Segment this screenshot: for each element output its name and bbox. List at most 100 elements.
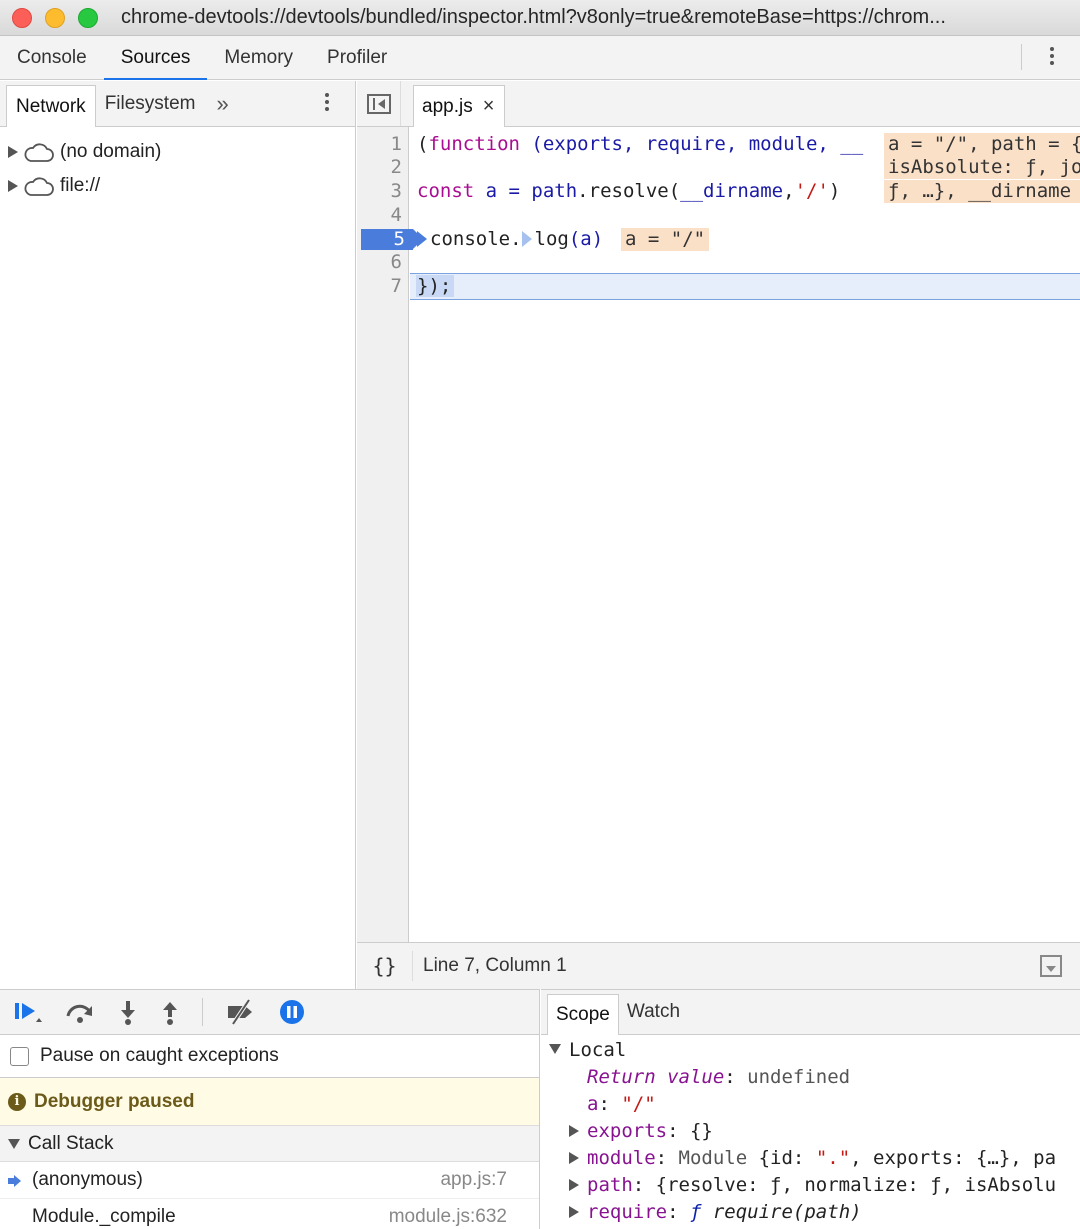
scope-property-exports[interactable]: exports: {} <box>549 1118 1080 1145</box>
toolbar-divider <box>202 998 203 1026</box>
inline-value-line-1: a = "/", path = {resolve: ƒ, normalize: … <box>884 133 1080 156</box>
step-into-icon[interactable] <box>118 998 138 1026</box>
pause-on-caught-exceptions-row: Pause on caught exceptions <box>0 1035 539 1078</box>
step-over-icon[interactable] <box>64 998 96 1026</box>
call-frame[interactable]: (anonymous) app.js:7 <box>0 1162 539 1199</box>
close-window-button[interactable] <box>12 7 32 28</box>
cloud-icon <box>24 177 54 196</box>
tab-profiler[interactable]: Profiler <box>310 36 404 79</box>
scope-property-path[interactable]: path: {resolve: ƒ, normalize: ƒ, isAbsol… <box>549 1172 1080 1199</box>
line-number[interactable]: 3 <box>357 180 402 203</box>
tree-item-label: file:// <box>60 175 101 196</box>
more-options-icon[interactable] <box>1042 44 1062 72</box>
file-tab-label: app.js <box>422 95 473 117</box>
scope-local[interactable]: Local <box>549 1037 1080 1064</box>
file-tab-app-js[interactable]: app.js × <box>413 85 506 127</box>
cursor-position: Line 7, Column 1 <box>423 955 567 976</box>
toggle-navigator-button[interactable] <box>357 81 401 126</box>
line-number[interactable]: 1 <box>357 133 402 156</box>
resume-icon[interactable] <box>12 998 42 1026</box>
tree-item-label: (no domain) <box>60 141 162 162</box>
tab-scope[interactable]: Scope <box>547 994 619 1035</box>
expand-triangle-icon[interactable] <box>569 1152 579 1164</box>
expand-triangle-icon[interactable] <box>569 1125 579 1137</box>
step-out-icon[interactable] <box>160 998 180 1026</box>
tab-sources[interactable]: Sources <box>103 36 208 80</box>
frame-location[interactable]: module.js:632 <box>389 1206 507 1228</box>
line-number[interactable]: 7 <box>357 275 402 298</box>
step-marker-icon[interactable] <box>521 231 532 247</box>
inline-value-line-5: a = "/" <box>621 228 710 251</box>
current-frame-arrow-icon <box>8 1175 22 1187</box>
navigator-tabbar: Network Filesystem » <box>0 81 355 127</box>
navigator-menu-icon[interactable] <box>319 90 335 118</box>
step-marker-icon[interactable] <box>417 231 427 247</box>
scope-property-require[interactable]: require: ƒ require(path) <box>549 1199 1080 1226</box>
scope-panel: Scope Watch Local Return value: undefine… <box>541 989 1080 1229</box>
frame-location[interactable]: app.js:7 <box>440 1169 507 1191</box>
call-frame[interactable]: Module._compile module.js:632 <box>0 1199 539 1229</box>
maximize-window-button[interactable] <box>78 7 98 28</box>
cloud-icon <box>24 143 54 162</box>
editor-panel: app.js × 1 2 3 4 6 7 5 (function (export… <box>357 81 1080 989</box>
pause-on-exceptions-icon[interactable] <box>279 999 305 1025</box>
file-tree: (no domain) file:// <box>0 127 355 203</box>
window-titlebar: chrome-devtools://devtools/bundled/inspe… <box>0 0 1080 36</box>
nav-tab-filesystem[interactable]: Filesystem <box>96 81 205 126</box>
code-line-1: (function (exports, require, module, __ <box>417 133 864 155</box>
toggle-drawer-icon[interactable] <box>1040 955 1062 977</box>
expand-triangle-icon[interactable] <box>569 1206 579 1218</box>
call-stack-title: Call Stack <box>28 1132 114 1154</box>
line-number[interactable]: 6 <box>357 251 402 274</box>
tab-console[interactable]: Console <box>0 36 104 79</box>
breakpoint-line-number: 5 <box>393 228 405 250</box>
pause-on-caught-checkbox[interactable] <box>10 1046 29 1066</box>
code-editor[interactable]: 1 2 3 4 6 7 5 (function (exports, requir… <box>357 127 1080 942</box>
nav-tab-network[interactable]: Network <box>6 85 96 127</box>
editor-statusbar: {} Line 7, Column 1 <box>357 942 1080 989</box>
breakpoint-marker[interactable]: 5 <box>361 228 423 250</box>
expand-triangle-icon[interactable] <box>569 1179 579 1191</box>
debugger-toolbar <box>0 990 539 1035</box>
tree-item-file[interactable]: file:// <box>0 169 355 203</box>
sidebar-toggle-icon <box>366 93 391 114</box>
tab-memory[interactable]: Memory <box>207 36 310 79</box>
line-number[interactable]: 2 <box>357 156 402 179</box>
paused-message: Debugger paused <box>34 1090 195 1112</box>
scope-tree: Local Return value: undefined a: "/" exp… <box>541 1035 1080 1226</box>
frame-name: Module._compile <box>32 1206 176 1227</box>
minimize-window-button[interactable] <box>45 7 65 28</box>
current-line-highlight <box>410 273 1080 300</box>
close-tab-icon[interactable]: × <box>483 95 495 118</box>
line-number[interactable]: 4 <box>357 204 402 227</box>
code-line-3: const a = path.resolve(__dirname,'/') <box>417 180 841 202</box>
code-line-5: console. log(a) <box>417 228 603 251</box>
code-line-7: }); <box>417 275 452 297</box>
call-stack-header[interactable]: Call Stack <box>0 1126 539 1162</box>
navigator-panel: Network Filesystem » (no domain) file:// <box>0 81 356 989</box>
window-title: chrome-devtools://devtools/bundled/inspe… <box>121 6 946 28</box>
tab-watch[interactable]: Watch <box>619 990 688 1034</box>
collapse-triangle-icon[interactable] <box>8 1138 20 1149</box>
expand-triangle-icon[interactable] <box>8 180 18 192</box>
inline-value-line-3: ƒ, …}, __dirname = "/" <box>884 180 1080 203</box>
info-icon: i <box>8 1092 26 1111</box>
window-controls <box>12 7 98 28</box>
debugger-sidebar: Pause on caught exceptions i Debugger pa… <box>0 989 540 1229</box>
inline-value-line-2: isAbsolute: ƒ, join: ƒ, relative: ƒ, … <box>884 156 1080 179</box>
debugger-paused-banner: i Debugger paused <box>0 1078 539 1126</box>
pause-on-caught-label: Pause on caught exceptions <box>40 1045 279 1066</box>
more-tabs-chevron-icon[interactable]: » <box>204 81 240 126</box>
scope-property-module[interactable]: module: Module {id: ".", exports: {…}, p… <box>549 1145 1080 1172</box>
pretty-print-button[interactable]: {} <box>357 951 413 981</box>
tree-item-no-domain[interactable]: (no domain) <box>0 135 355 169</box>
deactivate-breakpoints-icon[interactable] <box>225 998 257 1026</box>
tabbar-divider <box>1021 44 1022 70</box>
panel-tabbar: Console Sources Memory Profiler <box>0 36 1080 80</box>
expand-triangle-icon[interactable] <box>8 146 18 158</box>
scope-property-a: a: "/" <box>587 1093 656 1115</box>
frame-name: (anonymous) <box>32 1169 143 1190</box>
scope-property-return: Return value: undefined <box>587 1066 851 1088</box>
editor-tabbar: app.js × <box>357 81 1080 127</box>
collapse-triangle-icon[interactable] <box>549 1044 561 1054</box>
